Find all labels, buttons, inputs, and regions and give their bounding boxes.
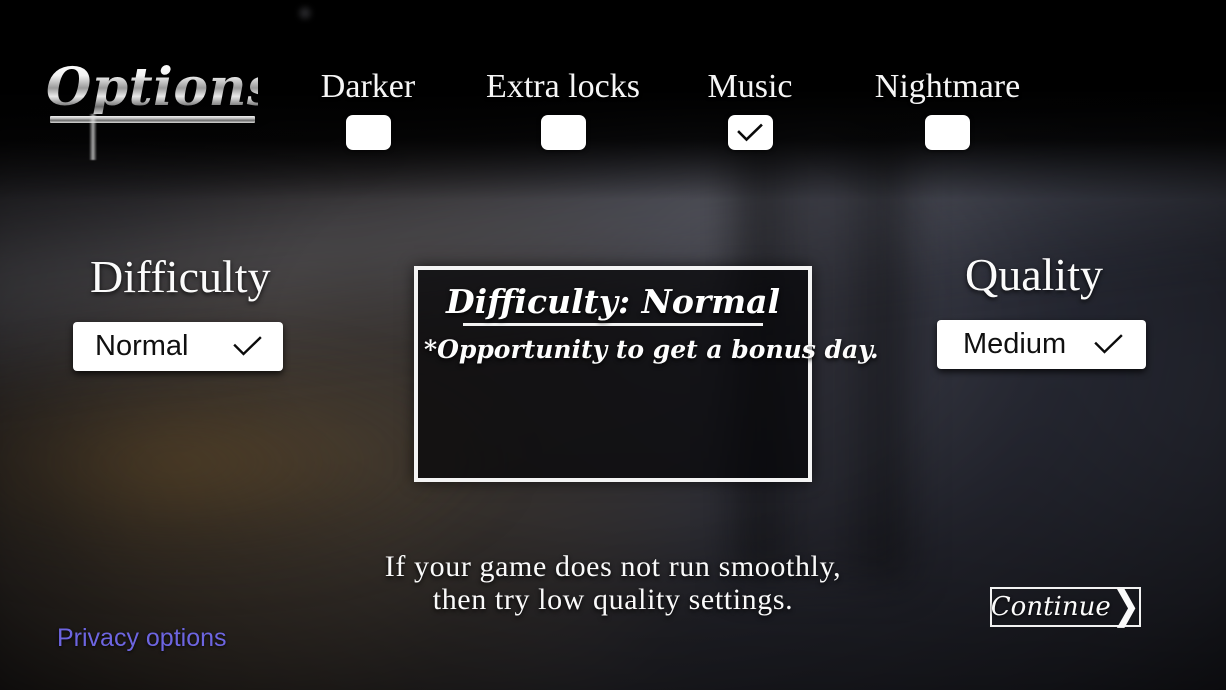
toggle-darker[interactable]: Darker [300,68,436,151]
difficulty-info-heading: Difficulty: Normal [418,282,808,326]
difficulty-title: Difficulty [90,251,271,302]
toggle-darker-checkbox[interactable] [345,115,391,151]
difficulty-dropdown-value: Normal [95,330,189,362]
toggle-row: Darker Extra locks Music Nightmare [300,68,1060,178]
toggle-music-checkbox[interactable] [727,115,773,151]
difficulty-dropdown[interactable]: Normal [73,322,283,371]
options-screen: Options Darker Extra locks Music Nightma… [0,0,1226,690]
toggle-extra-locks[interactable]: Extra locks [480,68,646,151]
checkmark-icon [737,123,763,142]
quality-title: Quality [965,249,1103,300]
toggle-music[interactable]: Music [690,68,810,151]
continue-button[interactable]: Continue ❯ [990,584,1141,628]
continue-button-label: Continue [990,592,1111,622]
toggle-extra-locks-checkbox[interactable] [540,115,586,151]
toggle-nightmare-checkbox[interactable] [925,115,970,151]
performance-hint-line-1: If your game does not run smoothly, [384,550,842,583]
performance-hint: If your game does not run smoothly, then… [313,550,913,616]
toggle-music-label: Music [707,68,793,105]
difficulty-info-heading-underline [463,322,763,326]
page-title-text: Options [46,57,277,118]
difficulty-dropdown-checkmark-icon [233,335,263,358]
difficulty-info-panel: Difficulty: Normal *Opportunity to get a… [414,266,879,482]
toggle-darker-label: Darker [320,68,416,105]
chevron-right-icon: ❯ [1111,584,1141,628]
page-title: Options [46,57,277,160]
difficulty-info-heading-text: Difficulty: Normal [445,282,781,321]
quality-dropdown[interactable]: Medium [937,320,1146,369]
page-title-accent [89,114,97,160]
toggle-nightmare[interactable]: Nightmare [860,68,1035,151]
quality-dropdown-checkmark-icon [1094,333,1124,356]
performance-hint-line-2: then try low quality settings. [432,583,794,616]
difficulty-info-subtitle: *Opportunity to get a bonus day. [424,334,879,364]
quality-dropdown-value: Medium [963,328,1067,360]
privacy-options-link[interactable]: Privacy options [57,624,227,653]
toggle-nightmare-label: Nightmare [874,68,1021,105]
toggle-extra-locks-label: Extra locks [486,68,640,105]
